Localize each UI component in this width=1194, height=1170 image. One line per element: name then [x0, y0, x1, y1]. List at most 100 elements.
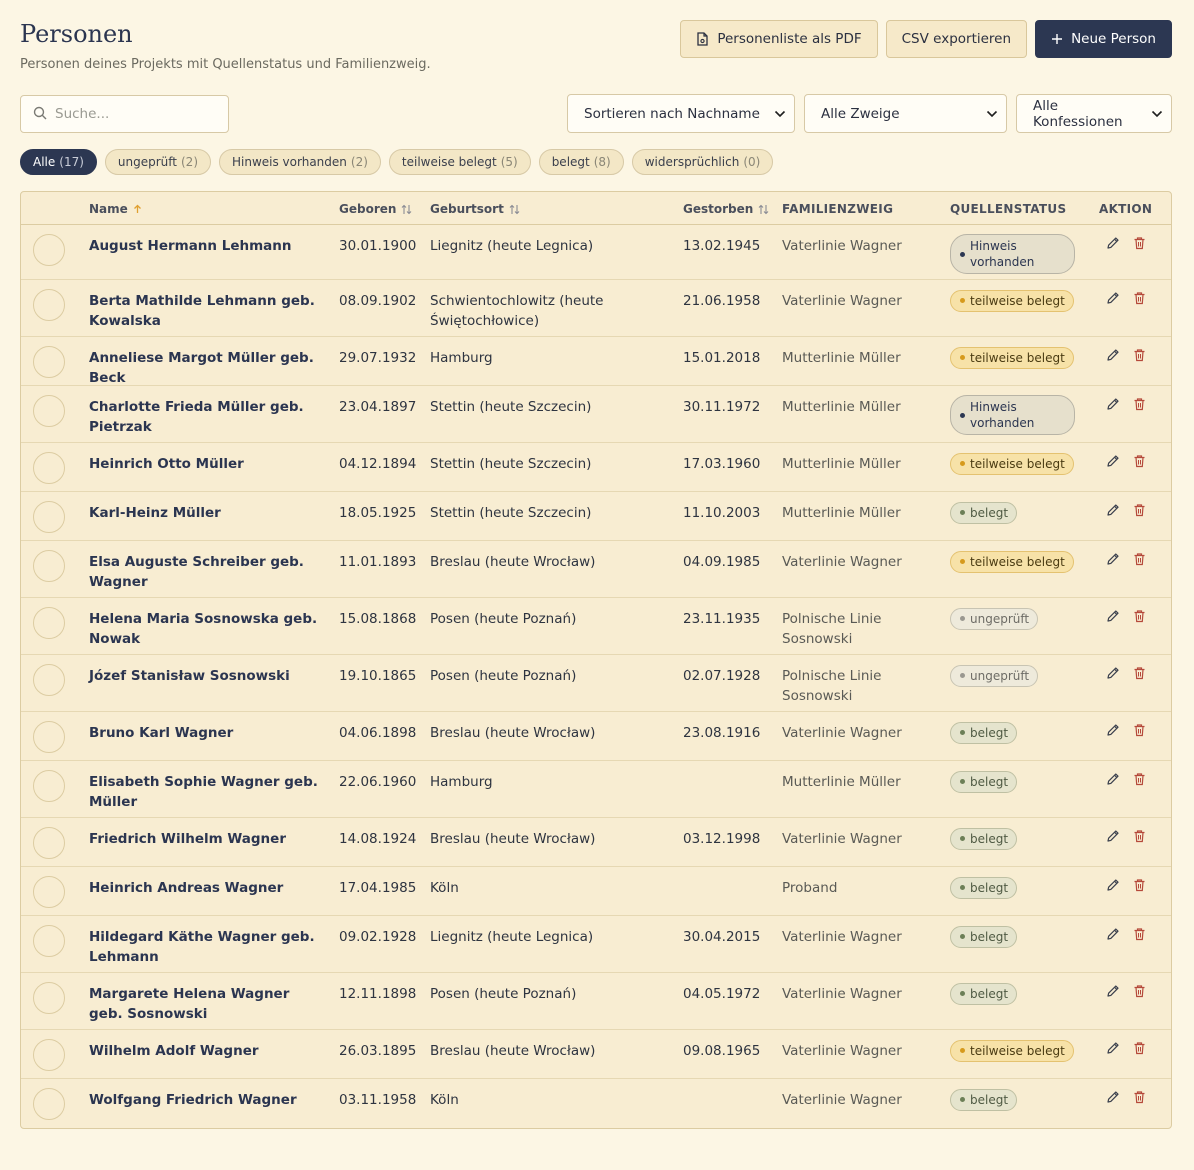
trash-icon[interactable]: [1133, 1090, 1146, 1110]
pencil-icon[interactable]: [1106, 609, 1120, 629]
pencil-icon[interactable]: [1106, 829, 1120, 849]
status-badge: belegt: [950, 501, 1018, 524]
pencil-icon[interactable]: [1106, 984, 1120, 1004]
trash-icon[interactable]: [1133, 552, 1146, 572]
column-header-died[interactable]: Gestorben: [683, 202, 769, 216]
status-dot-icon: [960, 991, 965, 996]
trash-icon[interactable]: [1133, 397, 1146, 417]
death-date: 21.06.1958: [683, 293, 761, 309]
person-name-link[interactable]: Berta Mathilde Lehmann geb. Kowalska: [89, 291, 319, 331]
trash-icon[interactable]: [1133, 291, 1146, 311]
family-branch: Vaterlinie Wagner: [782, 554, 902, 570]
new-person-button[interactable]: Neue Person: [1035, 20, 1172, 58]
chip-alle[interactable]: Alle (17): [20, 149, 97, 175]
person-name-link[interactable]: Elisabeth Sophie Wagner geb. Müller: [89, 772, 319, 812]
person-name-link[interactable]: Margarete Helena Wagner geb. Sosnowski: [89, 984, 319, 1024]
trash-icon[interactable]: [1133, 878, 1146, 898]
chip-widerspruechlich[interactable]: widersprüchlich (0): [631, 149, 774, 175]
trash-icon[interactable]: [1133, 829, 1146, 849]
column-header-place[interactable]: Geburtsort: [430, 202, 520, 216]
table-row: August Hermann Lehmann 30.01.1900 Liegnitz…: [21, 225, 1171, 280]
column-label: Geburtsort: [430, 202, 504, 216]
pencil-icon[interactable]: [1106, 878, 1120, 898]
status-label: belegt: [970, 986, 1009, 1001]
birth-place: Schwientochlowitz (heute Świętochłowice): [430, 293, 604, 329]
birth-date: 12.11.1898: [339, 986, 417, 1002]
trash-icon[interactable]: [1133, 454, 1146, 474]
sort-select-value: Sortieren nach Nachname: [584, 105, 760, 122]
status-cell: Hinweis vorhanden: [950, 234, 1075, 274]
status-cell: Hinweis vorhanden: [950, 395, 1075, 435]
person-name-link[interactable]: Heinrich Otto Müller: [89, 454, 319, 474]
chip-hinweis-vorhanden[interactable]: Hinweis vorhanden (2): [219, 149, 381, 175]
birth-date: 11.01.1893: [339, 554, 417, 570]
pencil-icon[interactable]: [1106, 723, 1120, 743]
sort-icon: [509, 204, 520, 215]
trash-icon[interactable]: [1133, 666, 1146, 686]
chip-count: (2): [350, 155, 368, 169]
pencil-icon[interactable]: [1106, 927, 1120, 947]
death-date: 11.10.2003: [683, 505, 761, 521]
pencil-icon[interactable]: [1106, 503, 1120, 523]
person-name-link[interactable]: Wilhelm Adolf Wagner: [89, 1041, 319, 1061]
column-header-born[interactable]: Geboren: [339, 202, 412, 216]
person-name-link[interactable]: Heinrich Andreas Wagner: [89, 878, 319, 898]
trash-icon[interactable]: [1133, 503, 1146, 523]
pencil-icon[interactable]: [1106, 666, 1120, 686]
pencil-icon[interactable]: [1106, 348, 1120, 368]
chip-ungeprueft[interactable]: ungeprüft (2): [104, 149, 211, 175]
chip-teilweise-belegt[interactable]: teilweise belegt (5): [388, 149, 531, 175]
pencil-icon[interactable]: [1106, 1041, 1120, 1061]
pencil-icon[interactable]: [1106, 454, 1120, 474]
trash-icon[interactable]: [1133, 927, 1146, 947]
death-date: 30.04.2015: [683, 929, 761, 945]
table-header: Name Geboren Geburtsort Gestorben FAMILI…: [21, 192, 1171, 225]
pencil-icon[interactable]: [1106, 397, 1120, 417]
pencil-icon[interactable]: [1106, 772, 1120, 792]
column-header-name[interactable]: Name: [89, 202, 142, 216]
person-name-link[interactable]: Karl-Heinz Müller: [89, 503, 319, 523]
pencil-icon[interactable]: [1106, 1090, 1120, 1110]
death-date: 09.08.1965: [683, 1043, 761, 1059]
chevron-down-icon: [1151, 106, 1163, 122]
trash-icon[interactable]: [1133, 348, 1146, 368]
export-csv-label: CSV exportieren: [901, 31, 1012, 47]
person-name-link[interactable]: Hildegard Käthe Wagner geb. Lehmann: [89, 927, 319, 967]
trash-icon[interactable]: [1133, 236, 1146, 256]
pencil-icon[interactable]: [1106, 291, 1120, 311]
status-badge: Hinweis vorhanden: [950, 395, 1075, 435]
search-input[interactable]: [55, 106, 205, 122]
person-name-link[interactable]: Wolfgang Friedrich Wagner: [89, 1090, 319, 1110]
trash-icon[interactable]: [1133, 984, 1146, 1004]
trash-icon[interactable]: [1133, 723, 1146, 743]
status-dot-icon: [960, 836, 965, 841]
person-name-link[interactable]: Helena Maria Sosnowska geb. Nowak: [89, 609, 319, 649]
sort-select[interactable]: Sortieren nach Nachname: [567, 94, 795, 133]
confession-select[interactable]: Alle Konfessionen: [1016, 94, 1172, 133]
birth-date: 15.08.1868: [339, 611, 417, 627]
pencil-icon[interactable]: [1106, 552, 1120, 572]
person-name-link[interactable]: Elsa Auguste Schreiber geb. Wagner: [89, 552, 319, 592]
branch-select[interactable]: Alle Zweige: [804, 94, 1007, 133]
status-badge: teilweise belegt: [950, 1039, 1074, 1062]
person-name-link[interactable]: August Hermann Lehmann: [89, 236, 319, 256]
table-row: Elisabeth Sophie Wagner geb. Müller 22.06…: [21, 761, 1171, 818]
pencil-icon[interactable]: [1106, 236, 1120, 256]
trash-icon[interactable]: [1133, 609, 1146, 629]
person-name-link[interactable]: Józef Stanisław Sosnowski: [89, 666, 319, 686]
trash-icon[interactable]: [1133, 772, 1146, 792]
status-badge: ungeprüft: [950, 664, 1039, 687]
person-name-link[interactable]: Charlotte Frieda Müller geb. Pietrzak: [89, 397, 319, 437]
export-csv-button[interactable]: CSV exportieren: [885, 20, 1028, 58]
birth-place: Breslau (heute Wrocław): [430, 1043, 596, 1059]
person-name-link[interactable]: Friedrich Wilhelm Wagner: [89, 829, 319, 849]
status-label: belegt: [970, 831, 1009, 846]
confession-select-value: Alle Konfessionen: [1033, 97, 1123, 130]
column-label: AKTION: [1099, 202, 1153, 216]
chip-belegt[interactable]: belegt (8): [538, 149, 624, 175]
person-name-link[interactable]: Anneliese Margot Müller geb. Beck: [89, 348, 319, 388]
person-name-link[interactable]: Bruno Karl Wagner: [89, 723, 319, 743]
export-pdf-button[interactable]: Personenliste als PDF: [680, 20, 878, 58]
trash-icon[interactable]: [1133, 1041, 1146, 1061]
column-label: QUELLENSTATUS: [950, 202, 1067, 216]
